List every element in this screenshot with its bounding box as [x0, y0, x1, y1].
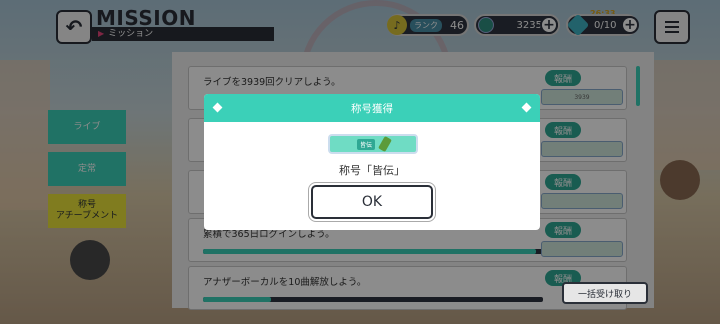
diamond-icon	[212, 102, 223, 113]
pen-icon	[378, 135, 392, 153]
title-acquired-dialog: 称号獲得 皆伝 称号「皆伝」 OK	[204, 94, 540, 230]
ok-button[interactable]: OK	[311, 185, 433, 219]
collect-all-button[interactable]: 一括受け取り	[562, 282, 648, 304]
badge-tag: 皆伝	[356, 138, 375, 150]
title-badge: 皆伝	[328, 134, 418, 154]
dialog-header: 称号獲得	[204, 94, 540, 122]
dialog-title: 称号獲得	[351, 102, 393, 115]
diamond-icon	[521, 102, 532, 113]
dialog-message: 称号「皆伝」	[339, 164, 405, 177]
